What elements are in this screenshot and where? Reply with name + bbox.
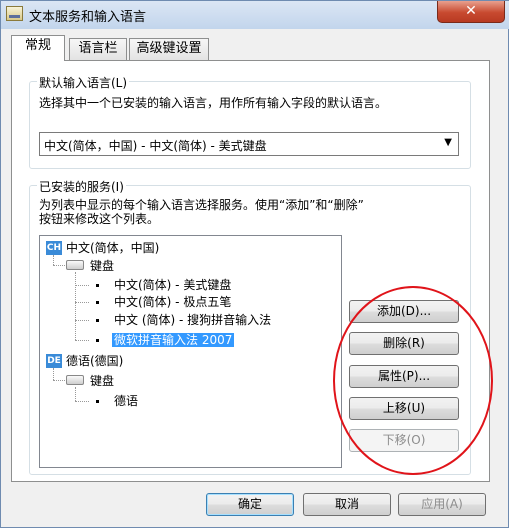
tree-connector <box>53 368 54 380</box>
keyboard-icon <box>66 375 84 385</box>
default-language-group-title: 默认输入语言(L) <box>37 74 130 91</box>
tree-connector <box>75 401 89 402</box>
window-title: 文本服务和输入语言 <box>29 10 147 25</box>
language-badge-icon: CH <box>46 241 62 255</box>
tree-item-german[interactable]: 德语 <box>114 393 138 409</box>
default-language-dropdown[interactable]: 中文(简体，中国) - 中文(简体) - 美式键盘 ▼ <box>39 132 459 156</box>
tree-item-bullet <box>96 319 99 322</box>
cancel-button[interactable]: 取消 <box>303 493 391 516</box>
tree-item-jidian-wubi[interactable]: 中文(简体) - 极点五笔 <box>114 294 231 310</box>
keyboard-icon <box>66 260 84 270</box>
tree-connector <box>75 285 89 286</box>
keyboard-app-icon <box>6 6 23 21</box>
tab-advanced-key-settings[interactable]: 高级键设置 <box>129 38 209 60</box>
tree-item-sogou-pinyin[interactable]: 中文 (简体) - 搜狗拼音输入法 <box>114 312 271 328</box>
tree-connector <box>75 340 89 341</box>
tree-connector <box>53 255 54 265</box>
default-language-description: 选择其中一个已安装的输入语言，用作所有输入字段的默认语言。 <box>39 96 388 110</box>
tree-item-bullet <box>96 284 99 287</box>
tree-category-keyboard[interactable]: 键盘 <box>90 373 114 389</box>
tree-item-us-keyboard[interactable]: 中文(简体) - 美式键盘 <box>114 277 231 293</box>
tree-item-bullet <box>96 339 99 342</box>
tree-item-bullet <box>96 301 99 304</box>
dialog-window: 文本服务和输入语言 ✕ 常规 语言栏 高级键设置 默认输入语言(L) 选择其中一… <box>0 0 509 528</box>
tree-connector <box>53 265 65 266</box>
red-annotation-circle <box>333 286 493 475</box>
default-language-value: 中文(简体，中国) - 中文(简体) - 美式键盘 <box>44 139 267 153</box>
tree-connector <box>75 272 76 340</box>
tree-connector <box>75 302 89 303</box>
apply-button[interactable]: 应用(A) <box>398 493 486 516</box>
tab-language-bar[interactable]: 语言栏 <box>69 38 127 60</box>
tree-connector <box>75 320 89 321</box>
chevron-down-icon: ▼ <box>444 137 452 148</box>
tree-item-bullet <box>96 400 99 403</box>
tree-item-selected-label: 微软拼音输入法 2007 <box>112 333 235 347</box>
tree-language-chinese[interactable]: 中文(简体，中国) <box>66 240 159 256</box>
ok-button[interactable]: 确定 <box>206 493 294 516</box>
installed-services-group-title: 已安装的服务(I) <box>37 178 126 195</box>
tree-item-ms-pinyin-2007[interactable]: 微软拼音输入法 2007 <box>112 332 235 348</box>
tree-connector <box>75 387 76 401</box>
tree-language-german[interactable]: 德语(德国) <box>66 353 123 369</box>
installed-services-tree[interactable]: CH 中文(简体，中国) 键盘 中文(简体) - 美式键盘 中文(简体) - 极… <box>39 235 342 468</box>
tree-category-keyboard[interactable]: 键盘 <box>90 258 114 274</box>
language-badge-icon: DE <box>46 354 62 368</box>
title-bar[interactable]: 文本服务和输入语言 ✕ <box>1 1 509 29</box>
tree-connector <box>53 380 65 381</box>
tab-general[interactable]: 常规 <box>11 35 65 61</box>
installed-services-description-line2: 按钮来修改这个列表。 <box>39 212 160 226</box>
close-button[interactable]: ✕ <box>437 1 505 23</box>
